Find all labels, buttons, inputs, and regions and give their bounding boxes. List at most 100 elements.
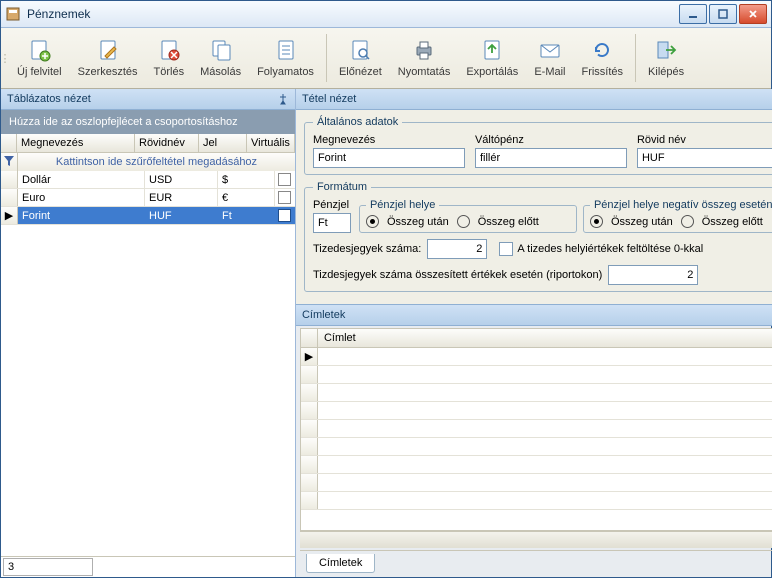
continuous-icon	[274, 38, 298, 62]
denom-row[interactable]: 10 000	[301, 366, 772, 384]
email-button[interactable]: E-Mail	[526, 28, 573, 88]
denom-row[interactable]: ▶20 000	[301, 348, 772, 366]
refresh-button[interactable]: Frissítés	[573, 28, 631, 88]
titlebar: Pénznemek	[1, 1, 771, 28]
denom-value: 100	[318, 474, 772, 491]
detail-body: Általános adatok Megnevezés Váltópénz Rö…	[296, 110, 772, 304]
cell-virtual	[275, 171, 295, 188]
sign-pos-before-radio[interactable]	[457, 215, 470, 228]
filter-icon	[1, 153, 18, 171]
window-title: Pénznemek	[27, 7, 679, 21]
col-virtual[interactable]: Virtuális	[247, 134, 295, 152]
window: Pénznemek ⋮ Új felvitel Szerkesztés Törl…	[0, 0, 772, 578]
export-icon	[480, 38, 504, 62]
denom-value: 500	[318, 438, 772, 455]
sign-neg-after-radio[interactable]	[590, 215, 603, 228]
row-selector[interactable]: ▶	[1, 207, 18, 224]
zero-fill-label: A tizedes helyiértékek feltöltése 0-kkal	[517, 243, 703, 255]
continuous-button[interactable]: Folyamatos	[249, 28, 322, 88]
exit-icon	[654, 38, 678, 62]
copy-button[interactable]: Másolás	[192, 28, 249, 88]
close-button[interactable]	[739, 4, 767, 24]
denoms-pane: Címletek Címlet ▲ ▶20 00010 0005 0002 00…	[296, 304, 772, 577]
print-button[interactable]: Nyomtatás	[390, 28, 459, 88]
name-input[interactable]	[313, 148, 465, 168]
exit-button[interactable]: Kilépés	[640, 28, 692, 88]
denom-row[interactable]: 5 000	[301, 384, 772, 402]
preview-icon	[348, 38, 372, 62]
virtual-checkbox[interactable]	[278, 191, 291, 204]
toolbar: ⋮ Új felvitel Szerkesztés Törlés Másolás…	[1, 28, 771, 89]
denom-row[interactable]: 50	[301, 492, 772, 510]
col-sign[interactable]: Jel	[199, 134, 247, 152]
denoms-grid: Címlet ▲ ▶20 00010 0005 0002 0001 000500…	[300, 328, 772, 531]
cell-name: Euro	[18, 189, 145, 206]
status-bar: 3	[1, 556, 295, 577]
zero-fill-checkbox[interactable]	[499, 242, 513, 256]
edit-button[interactable]: Szerkesztés	[70, 28, 146, 88]
cell-sign: €	[218, 189, 275, 206]
print-icon	[412, 38, 436, 62]
filter-row[interactable]: Kattintson ide szűrőfeltétel megadásához	[1, 153, 295, 171]
decimals-input[interactable]	[427, 239, 487, 259]
col-short[interactable]: Rövidnév	[135, 134, 199, 152]
row-selector[interactable]	[301, 438, 318, 455]
format-legend: Formátum	[313, 181, 371, 193]
decimals-label: Tizedesjegyek száma:	[313, 243, 421, 255]
denom-row[interactable]: 200	[301, 456, 772, 474]
new-button[interactable]: Új felvitel	[9, 28, 70, 88]
detail-pane-title: Tétel nézet	[302, 93, 356, 105]
denoms-tab[interactable]: Címletek	[306, 554, 375, 573]
denom-col[interactable]: Címlet	[318, 329, 772, 347]
row-selector[interactable]	[301, 474, 318, 491]
virtual-checkbox[interactable]	[278, 173, 291, 186]
grid-body[interactable]: DollárUSD$EuroEUR€▶ForintHUFFt	[1, 171, 295, 556]
change-input[interactable]	[475, 148, 627, 168]
denom-row-selector-header[interactable]	[301, 329, 318, 347]
short-input[interactable]	[637, 148, 772, 168]
denoms-tabstrip: Címletek	[300, 550, 772, 573]
horizontal-scrollbar[interactable]	[300, 531, 772, 548]
detail-pane-header: Tétel nézet	[296, 89, 772, 110]
minimize-button[interactable]	[679, 4, 707, 24]
col-name[interactable]: Megnevezés	[17, 134, 135, 152]
sign-neg-before-radio[interactable]	[681, 215, 694, 228]
decimals-report-input[interactable]	[608, 265, 698, 285]
denom-row[interactable]: 500	[301, 438, 772, 456]
pin-icon[interactable]	[277, 93, 289, 105]
virtual-checkbox[interactable]	[278, 209, 291, 222]
denom-row[interactable]: 100	[301, 474, 772, 492]
change-label: Váltópénz	[475, 134, 627, 146]
table-pane-header: Táblázatos nézet	[1, 89, 295, 110]
row-selector[interactable]: ▶	[301, 348, 318, 365]
row-selector-header[interactable]	[1, 134, 17, 152]
group-hint[interactable]: Húzza ide az oszlopfejlécet a csoportosí…	[1, 110, 295, 134]
export-button[interactable]: Exportálás	[458, 28, 526, 88]
denom-value: 20 000	[318, 348, 772, 365]
table-row[interactable]: EuroEUR€	[1, 189, 295, 207]
delete-button[interactable]: Törlés	[146, 28, 193, 88]
row-selector[interactable]	[301, 420, 318, 437]
row-selector[interactable]	[301, 456, 318, 473]
row-selector[interactable]	[301, 402, 318, 419]
maximize-button[interactable]	[709, 4, 737, 24]
row-selector[interactable]	[1, 189, 18, 206]
grid-header: Megnevezés Rövidnév Jel Virtuális	[1, 134, 295, 153]
denom-row[interactable]: 1 000	[301, 420, 772, 438]
toolbar-grip: ⋮	[1, 28, 9, 88]
denoms-grid-body[interactable]: ▶20 00010 0005 0002 0001 00050020010050	[301, 348, 772, 514]
table-pane: Táblázatos nézet Húzza ide az oszlopfejl…	[1, 89, 296, 577]
table-row[interactable]: DollárUSD$	[1, 171, 295, 189]
cell-short: EUR	[145, 189, 218, 206]
table-row[interactable]: ▶ForintHUFFt	[1, 207, 295, 225]
sign-input[interactable]	[313, 213, 351, 233]
denoms-title: Címletek	[302, 309, 345, 321]
row-selector[interactable]	[301, 384, 318, 401]
row-selector[interactable]	[301, 492, 318, 509]
row-selector[interactable]	[301, 366, 318, 383]
sign-pos-after-radio[interactable]	[366, 215, 379, 228]
short-label: Rövid név	[637, 134, 772, 146]
denom-row[interactable]: 2 000	[301, 402, 772, 420]
preview-button[interactable]: Előnézet	[331, 28, 390, 88]
row-selector[interactable]	[1, 171, 18, 188]
